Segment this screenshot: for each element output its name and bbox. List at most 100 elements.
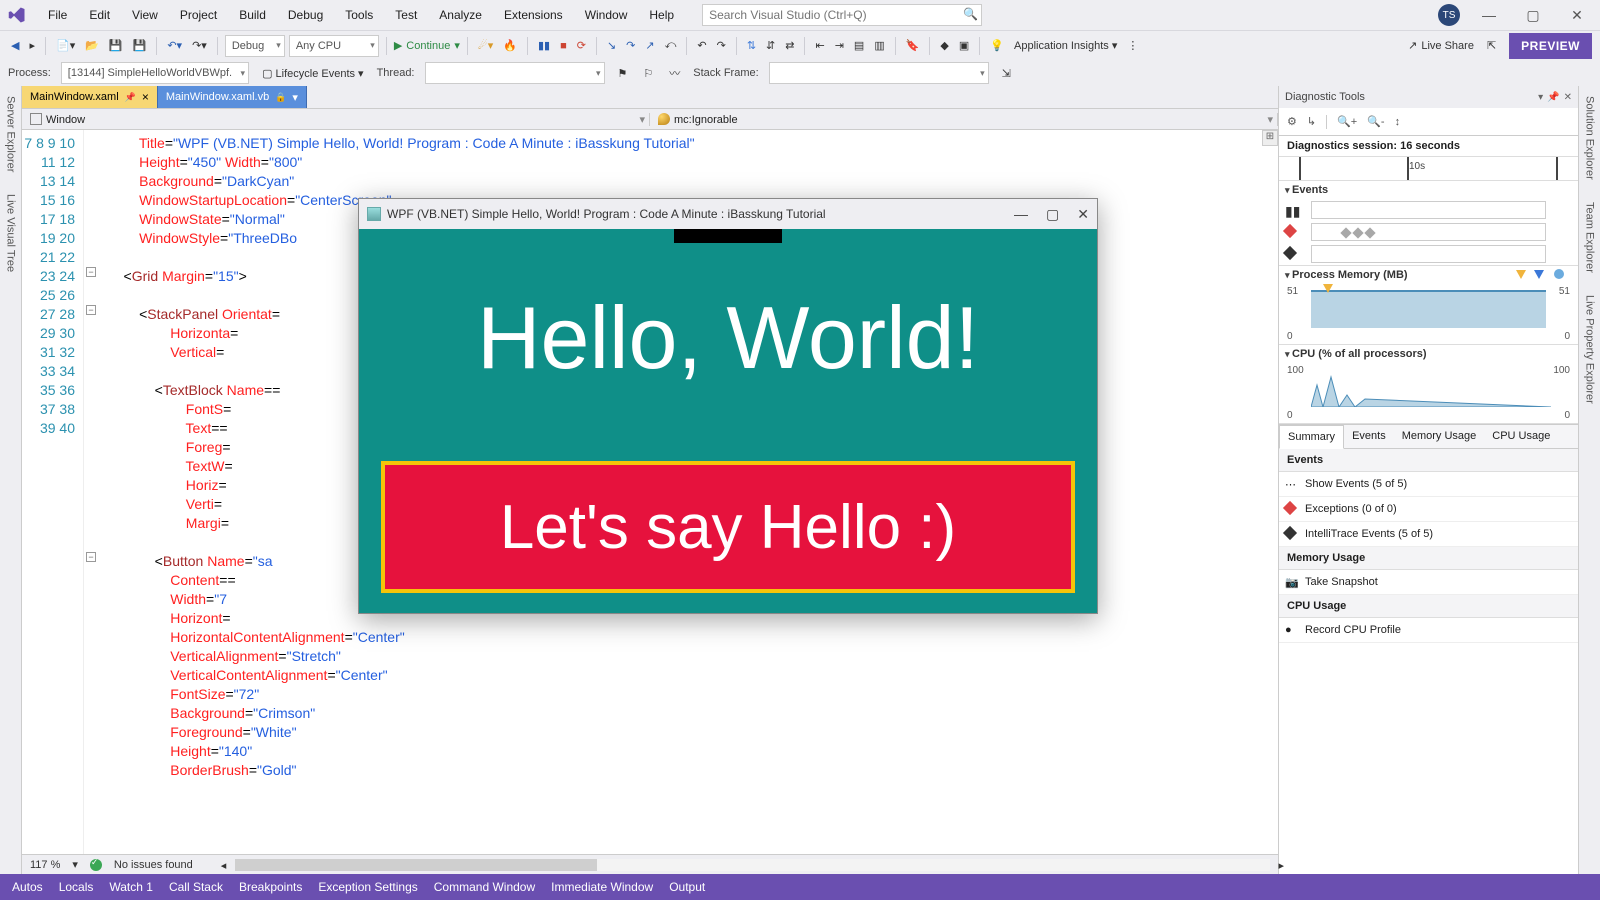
close-button[interactable]: ✕ [1562,7,1592,24]
event-marker[interactable] [1364,227,1375,238]
tab-mainwindow-xaml[interactable]: MainWindow.xaml 📌 × [22,86,158,108]
pin-icon[interactable]: 📌 [1547,92,1559,103]
maximize-button[interactable]: ▢ [1518,7,1548,24]
event-lane[interactable] [1311,201,1546,219]
split-icon[interactable]: ⊞ [1262,130,1278,146]
hotreload-icon[interactable]: 🔥 [500,37,520,54]
menu-extensions[interactable]: Extensions [494,4,573,26]
indent-left-icon[interactable]: ⇤ [812,37,827,54]
appinsights-button[interactable]: Application Insights ▾ [1011,37,1120,54]
search-input[interactable] [702,4,982,26]
step-out-icon[interactable]: ↗ [642,37,657,54]
step-over-icon[interactable]: ↷ [623,37,638,54]
reset-view-icon[interactable]: ↕ [1395,116,1401,128]
step-into-icon[interactable]: ↘ [604,37,619,54]
menu-file[interactable]: File [38,4,77,26]
menu-view[interactable]: View [122,4,168,26]
tab-watch1[interactable]: Watch 1 [109,880,153,894]
save-all-icon[interactable]: 💾 [130,37,150,54]
tab-output[interactable]: Output [669,880,705,894]
continue-button[interactable]: ▶Continue ▾ [394,39,460,52]
flag-icon[interactable]: ⚑ [615,65,631,82]
liveshare-button[interactable]: ↗ Live Share [1408,39,1474,52]
take-snapshot-link[interactable]: 📷Take Snapshot [1279,570,1578,595]
tab-locals[interactable]: Locals [59,880,94,894]
feedback-icon[interactable]: ⇱ [1484,37,1499,54]
bookmark-icon[interactable]: 🔖 [903,37,923,54]
settings-icon[interactable]: ⚙ [1287,115,1297,128]
event-marker[interactable] [1352,227,1363,238]
preview-button[interactable]: PREVIEW [1509,33,1592,59]
team-explorer-tab[interactable]: Team Explorer [1582,196,1598,279]
menu-edit[interactable]: Edit [79,4,120,26]
menu-analyze[interactable]: Analyze [429,4,492,26]
event-marker[interactable] [1340,227,1351,238]
tab-summary[interactable]: Summary [1279,425,1344,449]
zoom-in-icon[interactable]: 🔍+ [1337,115,1357,128]
show-threads-icon[interactable]: ↷ [714,37,729,54]
horizontal-scrollbar[interactable]: ◂▸ [235,859,1270,871]
app-maximize-button[interactable]: ▢ [1046,206,1059,223]
app-title-bar[interactable]: WPF (VB.NET) Simple Hello, World! Progra… [359,199,1097,229]
menu-build[interactable]: Build [229,4,276,26]
scroll-left-icon[interactable]: ◂ [221,859,227,872]
livetree-icon[interactable]: ◆ [937,37,951,54]
running-app-window[interactable]: WPF (VB.NET) Simple Hello, World! Progra… [358,198,1098,614]
more-icon[interactable]: ⋮ [1124,37,1141,54]
t-icon[interactable]: ⇅ [744,37,759,54]
tab-memory-usage[interactable]: Memory Usage [1394,425,1485,448]
new-item-icon[interactable]: 📄▾ [53,37,78,54]
zoom-out-icon[interactable]: 🔍- [1367,115,1384,128]
t2-icon[interactable]: ⇵ [763,37,778,54]
tab-cpu-usage[interactable]: CPU Usage [1484,425,1558,448]
wave-icon[interactable]: 〰 [666,63,683,83]
exceptions-link[interactable]: Exceptions (0 of 0) [1279,497,1578,522]
timeline-ruler[interactable]: 10s [1279,157,1578,181]
say-hello-button[interactable]: Let's say Hello :) [381,461,1075,593]
nav-fwd-icon[interactable]: ▸ [26,37,38,54]
app-minimize-button[interactable]: — [1014,206,1028,223]
nav-back-icon[interactable]: ◀ [8,37,22,54]
app-close-button[interactable]: ✕ [1077,206,1089,223]
minimize-button[interactable]: — [1474,7,1504,23]
tab-command-window[interactable]: Command Window [434,880,535,894]
restart-icon[interactable]: ⟳ [574,37,589,54]
event-lane[interactable] [1311,245,1546,263]
scroll-thumb[interactable] [235,859,597,871]
zoom-dropdown-icon[interactable]: ▾ [72,858,78,871]
event-lane[interactable] [1311,223,1546,241]
tab-autos[interactable]: Autos [12,880,43,894]
tab-callstack[interactable]: Call Stack [169,880,223,894]
flag2-icon[interactable]: ⚐ [640,65,656,82]
memory-header[interactable]: Process Memory (MB) [1279,266,1578,284]
comment-icon[interactable]: ▤ [851,37,867,54]
fold-icon[interactable]: − [86,267,96,277]
menu-help[interactable]: Help [639,4,684,26]
tab-exception-settings[interactable]: Exception Settings [318,880,417,894]
live-property-explorer-tab[interactable]: Live Property Explorer [1582,289,1598,410]
tab-events[interactable]: Events [1344,425,1394,448]
uncomment-icon[interactable]: ▥ [871,37,887,54]
events-header[interactable]: Events [1279,181,1578,199]
pause-icon[interactable]: ▮▮ [1285,203,1300,220]
tab-immediate-window[interactable]: Immediate Window [551,880,653,894]
break-all-icon[interactable]: ▮▮ [535,37,553,54]
nav-member-dropdown[interactable]: mc:Ignorable [650,113,1278,126]
record-cpu-link[interactable]: ●Record CPU Profile [1279,618,1578,643]
tab-mainwindow-xaml-vb[interactable]: MainWindow.xaml.vb 🔒 ▾ [158,86,307,108]
platform-dropdown[interactable]: Any CPU [289,35,379,57]
indent-right-icon[interactable]: ⇥ [832,37,847,54]
live-visual-tree-tab[interactable]: Live Visual Tree [3,188,19,278]
debug-adorner[interactable] [674,229,782,243]
lifecycle-icon[interactable]: ▢ Lifecycle Events ▾ [259,65,367,82]
process-dropdown[interactable]: [13144] SimpleHelloWorldVBWpf. [61,62,249,84]
thread-dropdown[interactable] [425,62,605,84]
show-events-link[interactable]: ⋯Show Events (5 of 5) [1279,472,1578,497]
dropdown-icon[interactable]: ▾ [1538,92,1543,103]
menu-test[interactable]: Test [385,4,427,26]
tab-breakpoints[interactable]: Breakpoints [239,880,302,894]
dropdown-icon[interactable]: ▾ [292,91,298,104]
debug-target-icon[interactable]: ☄▾ [475,37,496,54]
server-explorer-tab[interactable]: Server Explorer [3,90,19,178]
memory-graph[interactable]: 51 51 0 0 [1285,286,1572,342]
